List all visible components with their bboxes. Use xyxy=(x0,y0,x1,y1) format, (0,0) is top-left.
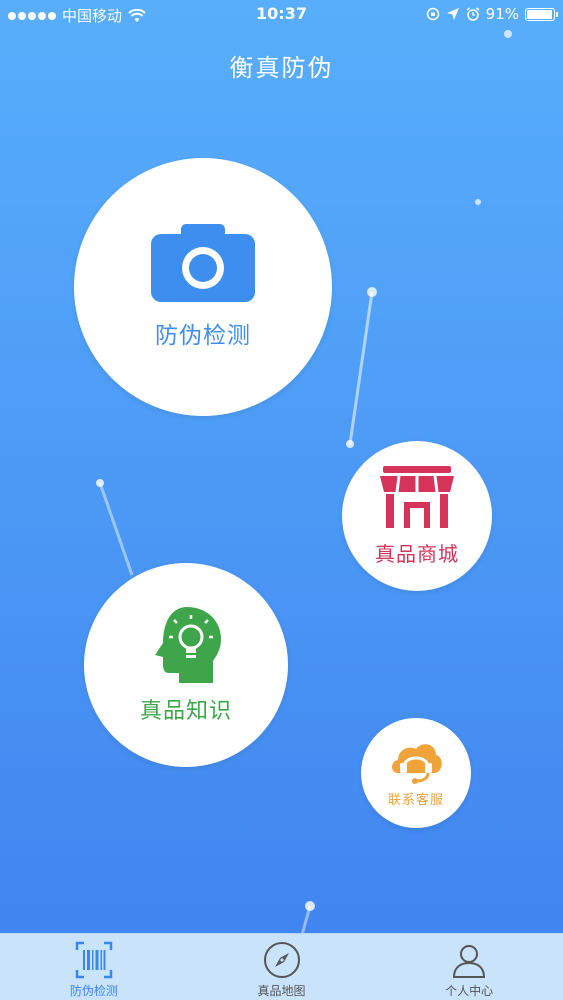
barcode-scan-icon xyxy=(75,941,113,979)
detect-label: 防伪检测 xyxy=(155,323,251,349)
service-label: 联系客服 xyxy=(387,792,444,808)
mall-label: 真品商城 xyxy=(375,541,459,566)
location-arrow-icon xyxy=(446,8,459,20)
headset-cloud-icon xyxy=(392,743,442,784)
tab-detect-label: 防伪检测 xyxy=(69,984,118,998)
app-screen: 中国移动 10:37 91% 衡真防伪 防伪检测 真品商城 真品知识 联系客服 … xyxy=(0,0,563,1000)
contact-service-button[interactable]: 联系客服 xyxy=(361,718,471,828)
storefront-icon xyxy=(380,465,454,528)
battery-icon xyxy=(525,7,558,21)
tab-map-label: 真品地图 xyxy=(257,984,306,998)
compass-icon xyxy=(263,942,300,978)
status-bar: 中国移动 10:37 91% xyxy=(0,0,563,30)
tab-map[interactable]: 真品地图 xyxy=(188,934,376,1000)
tab-profile[interactable]: 个人中心 xyxy=(375,934,563,1000)
battery-fill xyxy=(527,9,553,19)
authentic-mall-button[interactable]: 真品商城 xyxy=(342,441,492,591)
battery-percent: 91% xyxy=(485,5,519,23)
knowledge-label: 真品知识 xyxy=(139,699,232,724)
camera-icon xyxy=(151,224,255,302)
rotation-lock-icon xyxy=(426,7,439,21)
alarm-icon xyxy=(466,7,480,21)
status-right: 91% xyxy=(426,5,558,23)
person-icon xyxy=(453,945,486,978)
tab-bar: 防伪检测 真品地图 个人中心 xyxy=(0,933,563,1000)
authentic-knowledge-button[interactable]: 真品知识 xyxy=(84,563,288,767)
page-title: 衡真防伪 xyxy=(229,54,334,82)
anti-counterfeit-detect-button[interactable]: 防伪检测 xyxy=(74,158,332,416)
head-lightbulb-icon xyxy=(155,607,221,683)
tab-detect[interactable]: 防伪检测 xyxy=(0,934,188,1000)
tab-profile-label: 个人中心 xyxy=(445,984,494,998)
